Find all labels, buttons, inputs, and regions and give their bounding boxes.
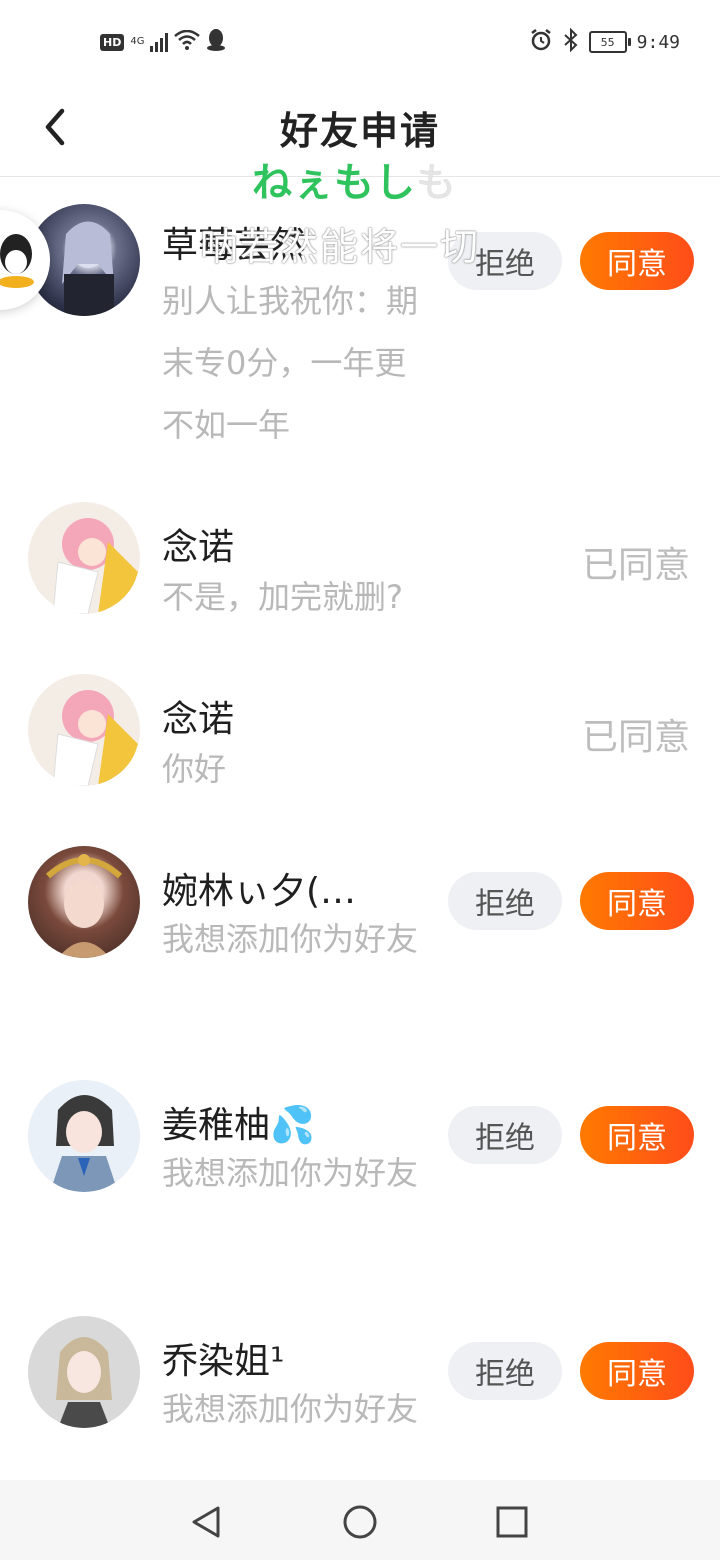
battery-icon: 55 xyxy=(588,31,631,53)
requester-name: 念诺 xyxy=(162,527,235,568)
reject-button[interactable]: 拒绝 xyxy=(448,872,562,930)
status-left: HD 4G xyxy=(100,28,226,56)
clock: 9:49 xyxy=(636,31,680,53)
requester-name: 婉林ぃ夕(… xyxy=(162,871,357,912)
alarm-icon xyxy=(529,28,553,56)
request-message: 我想添加你为好友 xyxy=(162,1154,419,1192)
accepted-status: 已同意 xyxy=(581,717,690,758)
requester-name: 念诺 xyxy=(162,699,235,740)
qq-penguin-icon xyxy=(206,28,226,56)
accept-button[interactable]: 同意 xyxy=(580,872,694,930)
request-message: 我想添加你为好友 xyxy=(162,1390,419,1428)
qq-penguin-icon xyxy=(0,234,34,288)
system-nav-bar xyxy=(0,1480,720,1560)
reject-button[interactable]: 拒绝 xyxy=(448,1106,562,1164)
wifi-icon xyxy=(174,29,201,54)
request-message: 不是，加完就删? xyxy=(162,578,403,616)
signal-icon xyxy=(150,32,169,52)
avatar[interactable] xyxy=(28,674,140,786)
requester-name: 姜稚柚💦 xyxy=(162,1105,315,1146)
accept-button[interactable]: 同意 xyxy=(580,232,694,290)
floating-caption-white: 呐若然能将一切 xyxy=(200,225,481,269)
page-title: 好友申请 xyxy=(279,109,440,153)
accepted-status: 已同意 xyxy=(581,545,690,586)
requester-name: 乔染姐¹ xyxy=(162,1341,285,1382)
accept-button[interactable]: 同意 xyxy=(580,1106,694,1164)
bluetooth-icon xyxy=(563,27,579,56)
hd-badge: HD xyxy=(100,33,125,51)
request-message: 你好 xyxy=(162,750,227,788)
floating-caption-green: ねぇもしも xyxy=(252,160,457,206)
accept-button[interactable]: 同意 xyxy=(580,1342,694,1400)
nav-home-button[interactable] xyxy=(338,1500,382,1544)
avatar[interactable] xyxy=(28,1316,140,1428)
request-message: 我想添加你为好友 xyxy=(162,920,419,958)
square-recents-icon xyxy=(496,1506,528,1538)
status-right: 55 9:49 xyxy=(529,27,680,56)
nav-recents-button[interactable] xyxy=(490,1500,534,1544)
status-bar: HD 4G 55 9:49 xyxy=(0,0,720,84)
avatar[interactable] xyxy=(28,502,140,614)
network-type: 4G xyxy=(130,36,145,47)
nav-back-button[interactable] xyxy=(184,1500,228,1544)
request-message: 别人让我祝你：期末专0分，一年更不如一年 xyxy=(162,282,419,444)
circle-home-icon xyxy=(343,1505,377,1539)
triangle-back-icon xyxy=(192,1506,220,1538)
avatar[interactable] xyxy=(28,1080,140,1192)
avatar[interactable] xyxy=(28,846,140,958)
reject-button[interactable]: 拒绝 xyxy=(448,1342,562,1400)
